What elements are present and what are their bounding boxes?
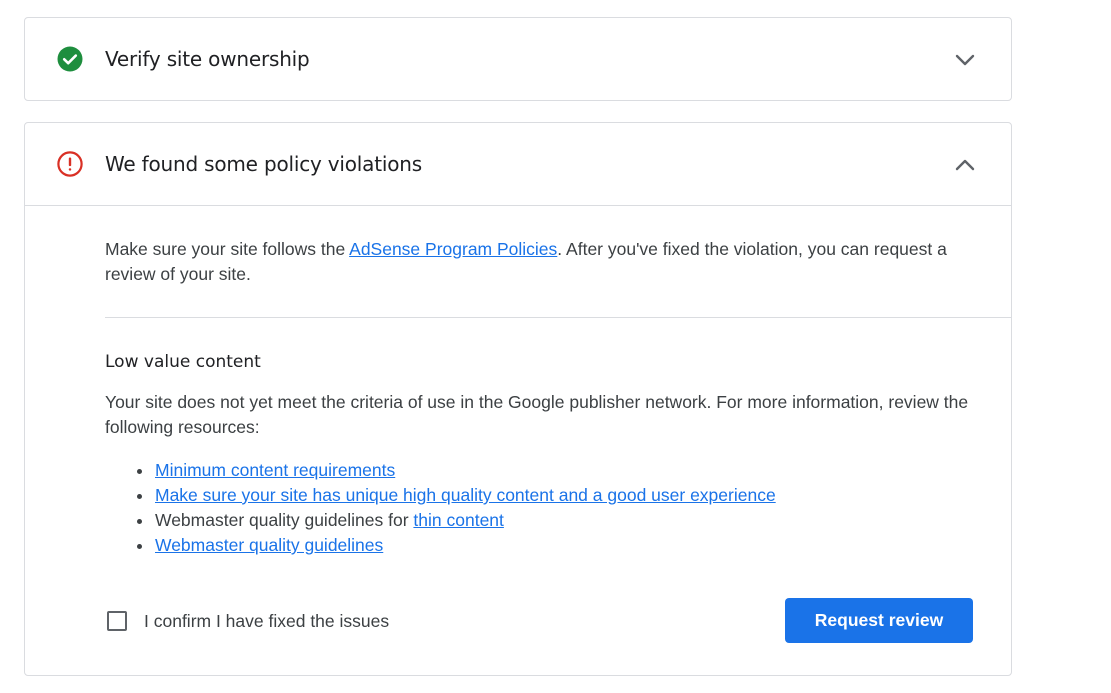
thin-content-link[interactable]: thin content [413,510,503,530]
resource-item: Make sure your site has unique high qual… [137,483,776,508]
verify-site-title: Verify site ownership [105,47,310,71]
resource-item: Minimum content requirements [137,458,776,483]
check-circle-icon [57,46,83,72]
chevron-up-icon[interactable] [952,152,978,178]
unique-content-link[interactable]: Make sure your site has unique high qual… [155,485,776,505]
verify-site-card: Verify site ownership [24,17,1012,101]
resource-item: Webmaster quality guidelines for thin co… [137,508,776,533]
min-content-requirements-link[interactable]: Minimum content requirements [155,460,395,480]
webmaster-guidelines-link[interactable]: Webmaster quality guidelines [155,535,383,555]
resource-prefix-text: Webmaster quality guidelines for [155,510,414,530]
confirm-fixed-checkbox-row[interactable]: I confirm I have fixed the issues [107,609,389,633]
resource-item: Webmaster quality guidelines [137,533,776,558]
policy-intro-text: Make sure your site follows the AdSense … [105,237,971,287]
adsense-policies-link[interactable]: AdSense Program Policies [349,239,557,259]
violation-title: Low value content [105,352,261,372]
error-icon [57,151,83,177]
confirm-fixed-checkbox[interactable] [107,611,127,631]
policy-violations-card: We found some policy violations Make sur… [24,122,1012,676]
verify-site-header[interactable]: Verify site ownership [25,18,1011,101]
chevron-down-icon[interactable] [952,47,978,73]
intro-text-before: Make sure your site follows the [105,239,350,259]
section-divider [105,317,1011,318]
resource-list: Minimum content requirements Make sure y… [137,458,776,558]
policy-violations-header[interactable]: We found some policy violations [25,123,1011,206]
confirm-fixed-label: I confirm I have fixed the issues [144,610,390,631]
policy-violations-title: We found some policy violations [105,152,422,176]
violation-description: Your site does not yet meet the criteria… [105,392,969,437]
request-review-button[interactable]: Request review [785,598,973,643]
